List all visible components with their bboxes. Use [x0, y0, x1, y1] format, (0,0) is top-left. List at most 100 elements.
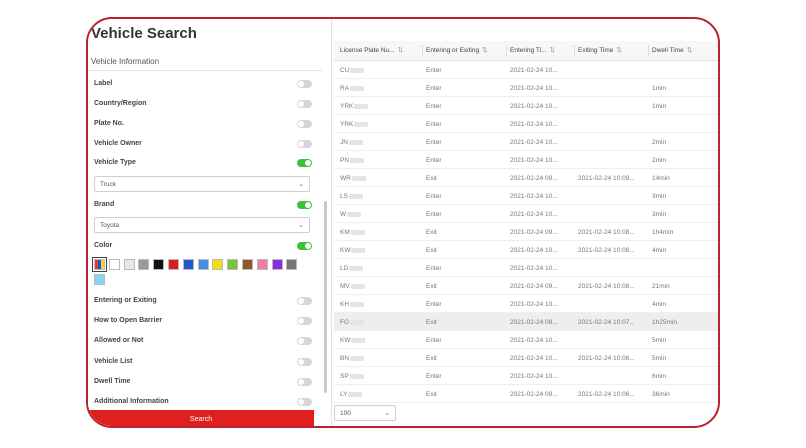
table-cell-plate: RA — [340, 85, 422, 92]
table-cell-dir: Enter — [426, 67, 442, 74]
filter-toggle[interactable] — [297, 120, 312, 128]
column-header[interactable]: Entering or Exiting ⇅ — [426, 46, 488, 54]
redacted-plate — [350, 355, 365, 361]
table-cell-dir: Enter — [426, 301, 442, 308]
filter-toggle[interactable] — [297, 337, 312, 345]
table-row[interactable]: FG Exit 2021-02-24 08... 2021-02-24 10:07..… — [334, 313, 718, 331]
table-cell-enter: 2021-02-24 09... — [510, 175, 558, 182]
table-cell-plate: YRK — [340, 121, 422, 128]
brand-select[interactable]: Toyota ⌄ — [94, 217, 310, 233]
table-cell-enter: 2021-02-24 10... — [510, 139, 558, 146]
sort-icon[interactable]: ⇅ — [687, 47, 692, 54]
table-row[interactable]: KM Exit 2021-02-24 09... 2021-02-24 10:08..… — [334, 223, 718, 241]
table-cell-exit: 2021-02-24 10:06... — [578, 391, 635, 398]
panel-scrollbar[interactable] — [324, 201, 327, 393]
filter-toggle[interactable] — [297, 378, 312, 386]
column-header[interactable]: License Plate Nu... ⇅ — [340, 46, 403, 54]
filter-row: How to Open Barrier — [94, 315, 312, 329]
color-swatch[interactable] — [286, 259, 298, 270]
table-cell-plate: KM — [340, 229, 422, 236]
vehicle-type-select[interactable]: Truck ⌄ — [94, 176, 310, 192]
table-row[interactable]: RA Enter 2021-02-24 10... 1min — [334, 79, 718, 97]
color-swatch[interactable] — [153, 259, 165, 270]
table-row[interactable]: CU Enter 2021-02-24 10... — [334, 61, 718, 79]
table-cell-dwell: 4min — [652, 301, 667, 308]
color-swatch[interactable] — [212, 259, 224, 270]
table-cell-enter: 2021-02-24 10... — [510, 247, 558, 254]
table-row[interactable]: LY Exit 2021-02-24 09... 2021-02-24 10:06..… — [334, 385, 718, 403]
table-row[interactable]: MV Exit 2021-02-24 09... 2021-02-24 10:08..… — [334, 277, 718, 295]
color-swatch[interactable] — [197, 259, 209, 270]
color-swatch[interactable] — [94, 274, 105, 285]
app-frame: Vehicle Search Vehicle Information Label… — [86, 17, 720, 428]
column-header[interactable]: Entering Ti... ⇅ — [510, 46, 555, 54]
color-swatch[interactable] — [138, 259, 150, 270]
filter-toggle[interactable] — [297, 242, 312, 250]
column-header-label: Entering or Exiting — [426, 47, 480, 54]
table-cell-dwell: 36min — [652, 391, 670, 398]
color-swatch[interactable] — [92, 257, 107, 272]
color-swatch[interactable] — [227, 259, 239, 270]
results-table: License Plate Nu... ⇅ Entering or Exiting ⇅… — [334, 41, 718, 405]
sort-icon[interactable]: ⇅ — [482, 47, 487, 54]
table-row[interactable]: W Enter 2021-02-24 10... 3min — [334, 205, 718, 223]
table-row[interactable]: PN Enter 2021-02-24 10... 2min — [334, 151, 718, 169]
table-row[interactable]: YRK Enter 2021-02-24 10... 1min — [334, 97, 718, 115]
redacted-plate — [354, 121, 369, 127]
redacted-plate — [350, 157, 365, 163]
panel-divider — [88, 70, 322, 71]
filter-label: Plate No. — [94, 120, 124, 127]
filter-toggle[interactable] — [297, 159, 312, 167]
filter-toggle[interactable] — [297, 317, 312, 325]
redacted-plate — [347, 211, 362, 217]
color-swatch[interactable] — [182, 259, 194, 270]
search-button[interactable]: Search — [88, 410, 314, 426]
table-cell-enter: 2021-02-24 10... — [510, 265, 558, 272]
color-swatch[interactable] — [256, 259, 268, 270]
color-swatch[interactable] — [123, 259, 135, 270]
table-row[interactable]: BN Exit 2021-02-24 10... 2021-02-24 10:06..… — [334, 349, 718, 367]
filter-row: Color — [94, 240, 312, 254]
color-swatch[interactable] — [168, 259, 179, 270]
table-row[interactable]: YRK Enter 2021-02-24 10... — [334, 115, 718, 133]
table-row[interactable]: LD Enter 2021-02-24 10... — [334, 259, 718, 277]
table-cell-exit: 2021-02-24 10:07... — [578, 319, 635, 326]
column-header-label: Exiting Time — [578, 47, 614, 54]
table-cell-enter: 2021-02-24 09... — [510, 229, 558, 236]
redacted-plate — [349, 373, 364, 379]
filter-toggle[interactable] — [297, 140, 312, 148]
table-cell-enter: 2021-02-24 10... — [510, 103, 558, 110]
table-cell-dir: Enter — [426, 85, 442, 92]
table-row[interactable]: WR Exit 2021-02-24 09... 2021-02-24 10:09..… — [334, 169, 718, 187]
filter-toggle[interactable] — [297, 297, 312, 305]
table-cell-dir: Exit — [426, 175, 437, 182]
sort-icon[interactable]: ⇅ — [550, 47, 555, 54]
column-header-label: Dwell Time — [652, 47, 684, 54]
redacted-plate — [349, 265, 364, 271]
table-cell-dir: Exit — [426, 391, 437, 398]
table-row[interactable]: SP Enter 2021-02-24 10... 6min — [334, 367, 718, 385]
color-swatch[interactable] — [271, 259, 283, 270]
chevron-down-icon: ⌄ — [384, 410, 390, 417]
filter-toggle[interactable] — [297, 358, 312, 366]
filter-toggle[interactable] — [297, 398, 312, 406]
sort-icon[interactable]: ⇅ — [398, 47, 403, 54]
filter-toggle[interactable] — [297, 201, 312, 209]
sort-icon[interactable]: ⇅ — [616, 47, 621, 54]
column-header[interactable]: Exiting Time ⇅ — [578, 46, 622, 54]
color-swatch[interactable] — [242, 259, 253, 270]
filter-row: Dwell Time — [94, 376, 312, 390]
column-header[interactable]: Dwell Time ⇅ — [652, 46, 692, 54]
chevron-down-icon: ⌄ — [298, 222, 304, 229]
filter-toggle[interactable] — [297, 80, 312, 88]
filter-toggle[interactable] — [297, 100, 312, 108]
table-cell-enter: 2021-02-24 10... — [510, 85, 558, 92]
table-row[interactable]: KW Exit 2021-02-24 10... 2021-02-24 10:08..… — [334, 241, 718, 259]
search-panel: Vehicle Search Vehicle Information Label… — [88, 19, 322, 426]
table-row[interactable]: LS Enter 2021-02-24 10... 3min — [334, 187, 718, 205]
page-size-select[interactable]: 100 ⌄ — [334, 405, 396, 421]
table-row[interactable]: JN Enter 2021-02-24 10... 2min — [334, 133, 718, 151]
table-row[interactable]: KW Enter 2021-02-24 10... 5min — [334, 331, 718, 349]
color-swatch[interactable] — [108, 259, 120, 270]
table-row[interactable]: KH Enter 2021-02-24 10... 4min — [334, 295, 718, 313]
